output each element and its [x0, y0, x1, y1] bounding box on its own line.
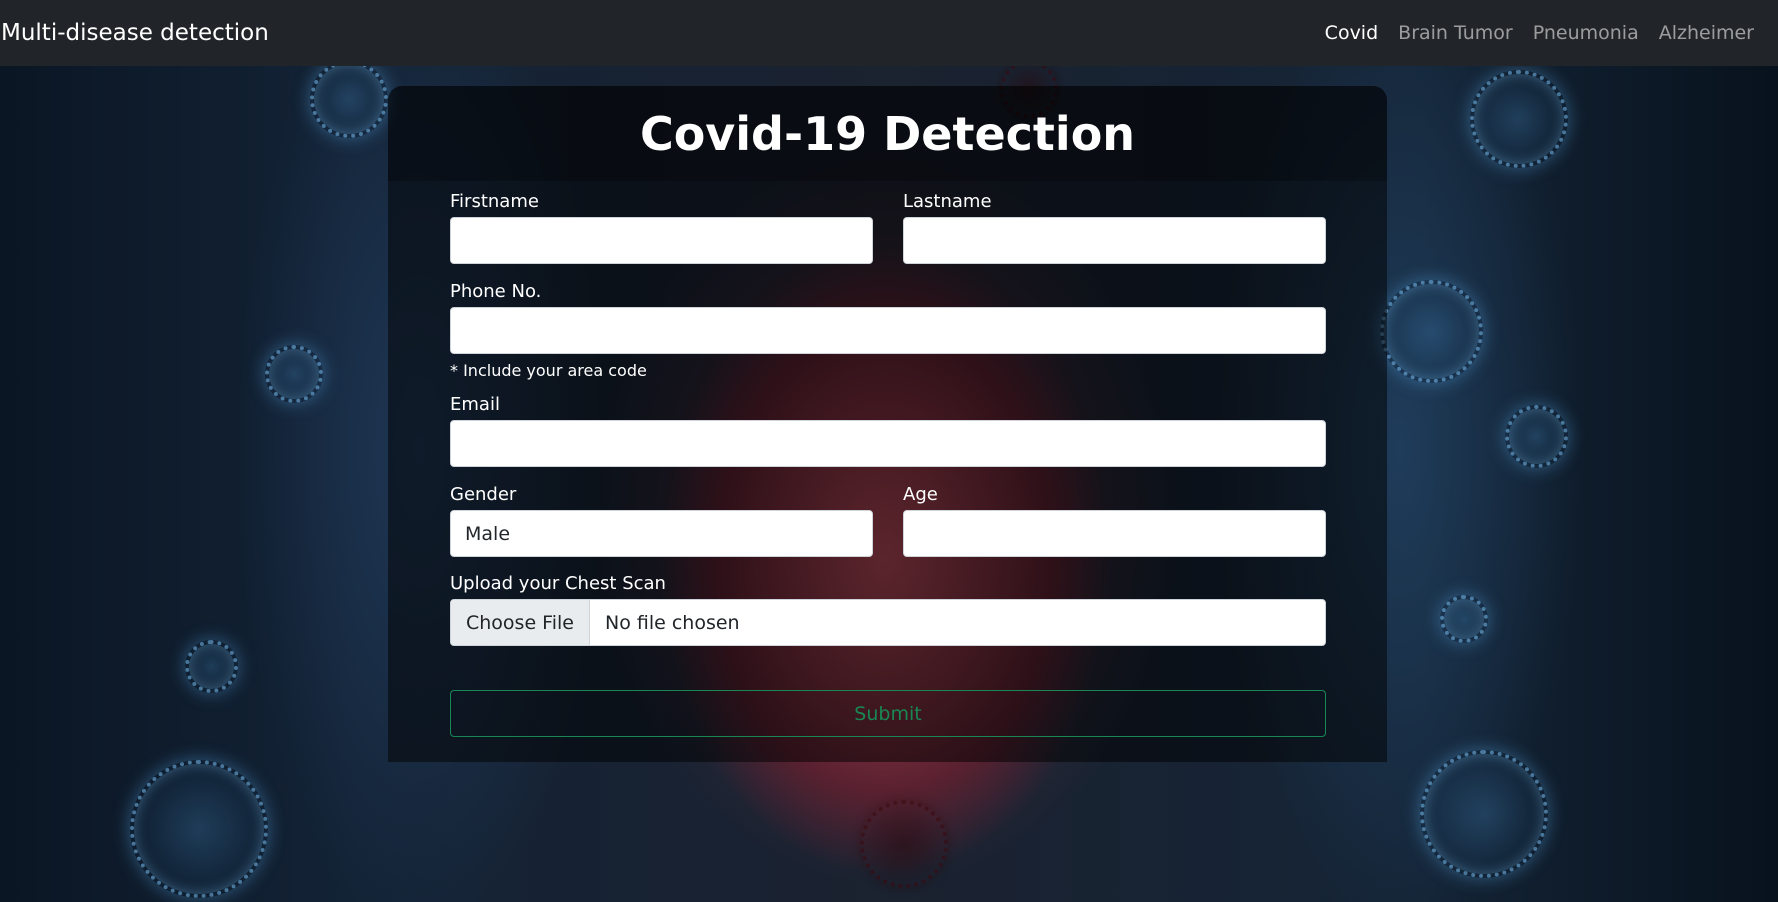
nav-links: Covid Brain Tumor Pneumonia Alzheimer: [1315, 22, 1778, 44]
phone-help-text: * Include your area code: [450, 361, 647, 380]
nav-link-brain-tumor[interactable]: Brain Tumor: [1388, 22, 1523, 44]
gender-label: Gender: [450, 484, 517, 505]
age-input[interactable]: [903, 510, 1326, 557]
lastname-group: Lastname: [903, 191, 1326, 264]
upload-group: Upload your Chest Scan Choose File No fi…: [450, 573, 1326, 646]
lastname-input[interactable]: [903, 217, 1326, 264]
phone-group: Phone No. * Include your area code: [450, 281, 1326, 380]
upload-label: Upload your Chest Scan: [450, 573, 666, 594]
navbar: Multi-disease detection Covid Brain Tumo…: [0, 0, 1778, 66]
age-group: Age: [903, 484, 1326, 557]
card-header: Covid-19 Detection: [388, 86, 1387, 181]
virus-decoration: [1505, 405, 1568, 468]
firstname-input[interactable]: [450, 217, 873, 264]
brand-link[interactable]: Multi-disease detection: [0, 20, 269, 46]
virus-decoration: [860, 800, 948, 888]
virus-decoration: [265, 345, 323, 403]
nav-link-covid[interactable]: Covid: [1315, 22, 1388, 44]
gender-group: Gender Male: [450, 484, 873, 557]
nav-link-pneumonia[interactable]: Pneumonia: [1523, 22, 1649, 44]
virus-decoration: [1420, 750, 1548, 878]
email-label: Email: [450, 394, 500, 415]
file-status-text: No file chosen: [604, 611, 740, 634]
virus-decoration: [310, 60, 388, 138]
lastname-label: Lastname: [903, 191, 992, 212]
virus-decoration: [1380, 280, 1483, 383]
phone-label: Phone No.: [450, 281, 542, 302]
virus-decoration: [130, 760, 268, 898]
virus-decoration: [1440, 595, 1488, 643]
gender-select[interactable]: Male: [450, 510, 873, 557]
age-label: Age: [903, 484, 938, 505]
submit-button[interactable]: Submit: [450, 690, 1326, 737]
detection-card: Covid-19 Detection Firstname Lastname Ph…: [388, 86, 1387, 762]
phone-input[interactable]: [450, 307, 1326, 354]
virus-decoration: [1470, 70, 1568, 168]
nav-link-alzheimer[interactable]: Alzheimer: [1649, 22, 1764, 44]
file-input[interactable]: Choose File No file chosen: [450, 599, 1326, 646]
virus-decoration: [185, 640, 238, 693]
page-title: Covid-19 Detection: [639, 106, 1136, 161]
email-input[interactable]: [450, 420, 1326, 467]
firstname-group: Firstname: [450, 191, 873, 264]
gender-selected-value: Male: [465, 522, 511, 545]
choose-file-button[interactable]: Choose File: [451, 600, 590, 645]
email-group: Email: [450, 394, 1326, 467]
firstname-label: Firstname: [450, 191, 539, 212]
